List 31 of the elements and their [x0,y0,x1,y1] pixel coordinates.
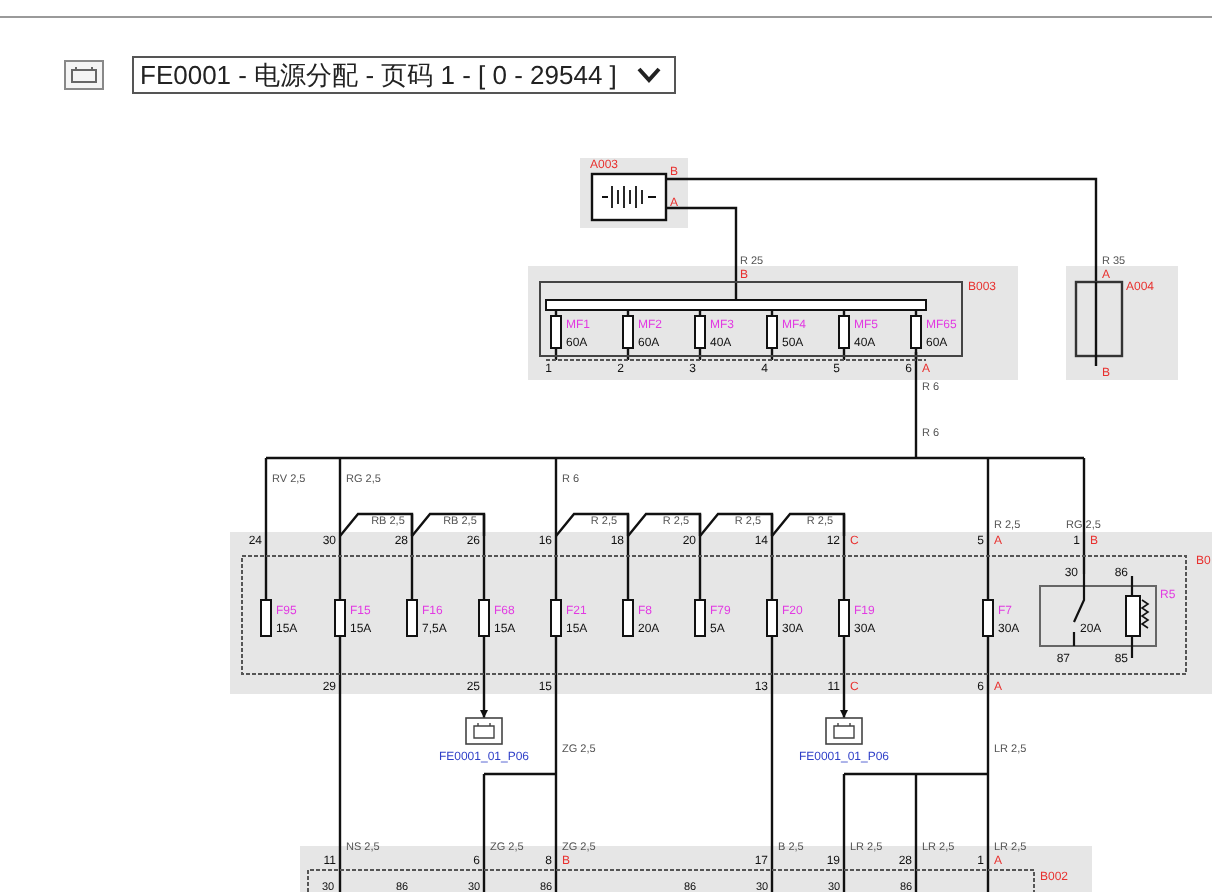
fuse-icon [838,599,850,637]
component-drawing [1074,280,1124,366]
fuse-icon [550,599,562,637]
fuse-icon [766,315,778,349]
fuse-icon [766,599,778,637]
wire [842,310,846,360]
fuse-icon [694,599,706,637]
fuse-icon [334,599,346,637]
wire [770,310,774,360]
arrow-icon [480,710,488,718]
fuse-icon [622,599,634,637]
page-dropdown[interactable]: FE0001 - 电源分配 - 页码 1 - [ 0 - 29544 ] [132,56,677,94]
arrow-icon [840,710,848,718]
fuse-icon [622,315,634,349]
wire [698,310,702,360]
fuse-icon [694,315,706,349]
fuse-icon [478,599,490,637]
fuse-icon [260,599,272,637]
connector-icon [825,717,863,745]
battery-icon [64,60,104,90]
connector-icon [465,717,503,745]
component-background [1066,266,1178,380]
battery-icon [590,172,668,222]
fuse-icon [406,599,418,637]
wire [554,310,558,360]
wire [626,310,630,360]
chevron-down-icon [636,66,663,84]
fuse-icon [982,599,994,637]
fuse-icon [910,315,922,349]
fuse-icon [550,315,562,349]
fuse-icon [838,315,850,349]
